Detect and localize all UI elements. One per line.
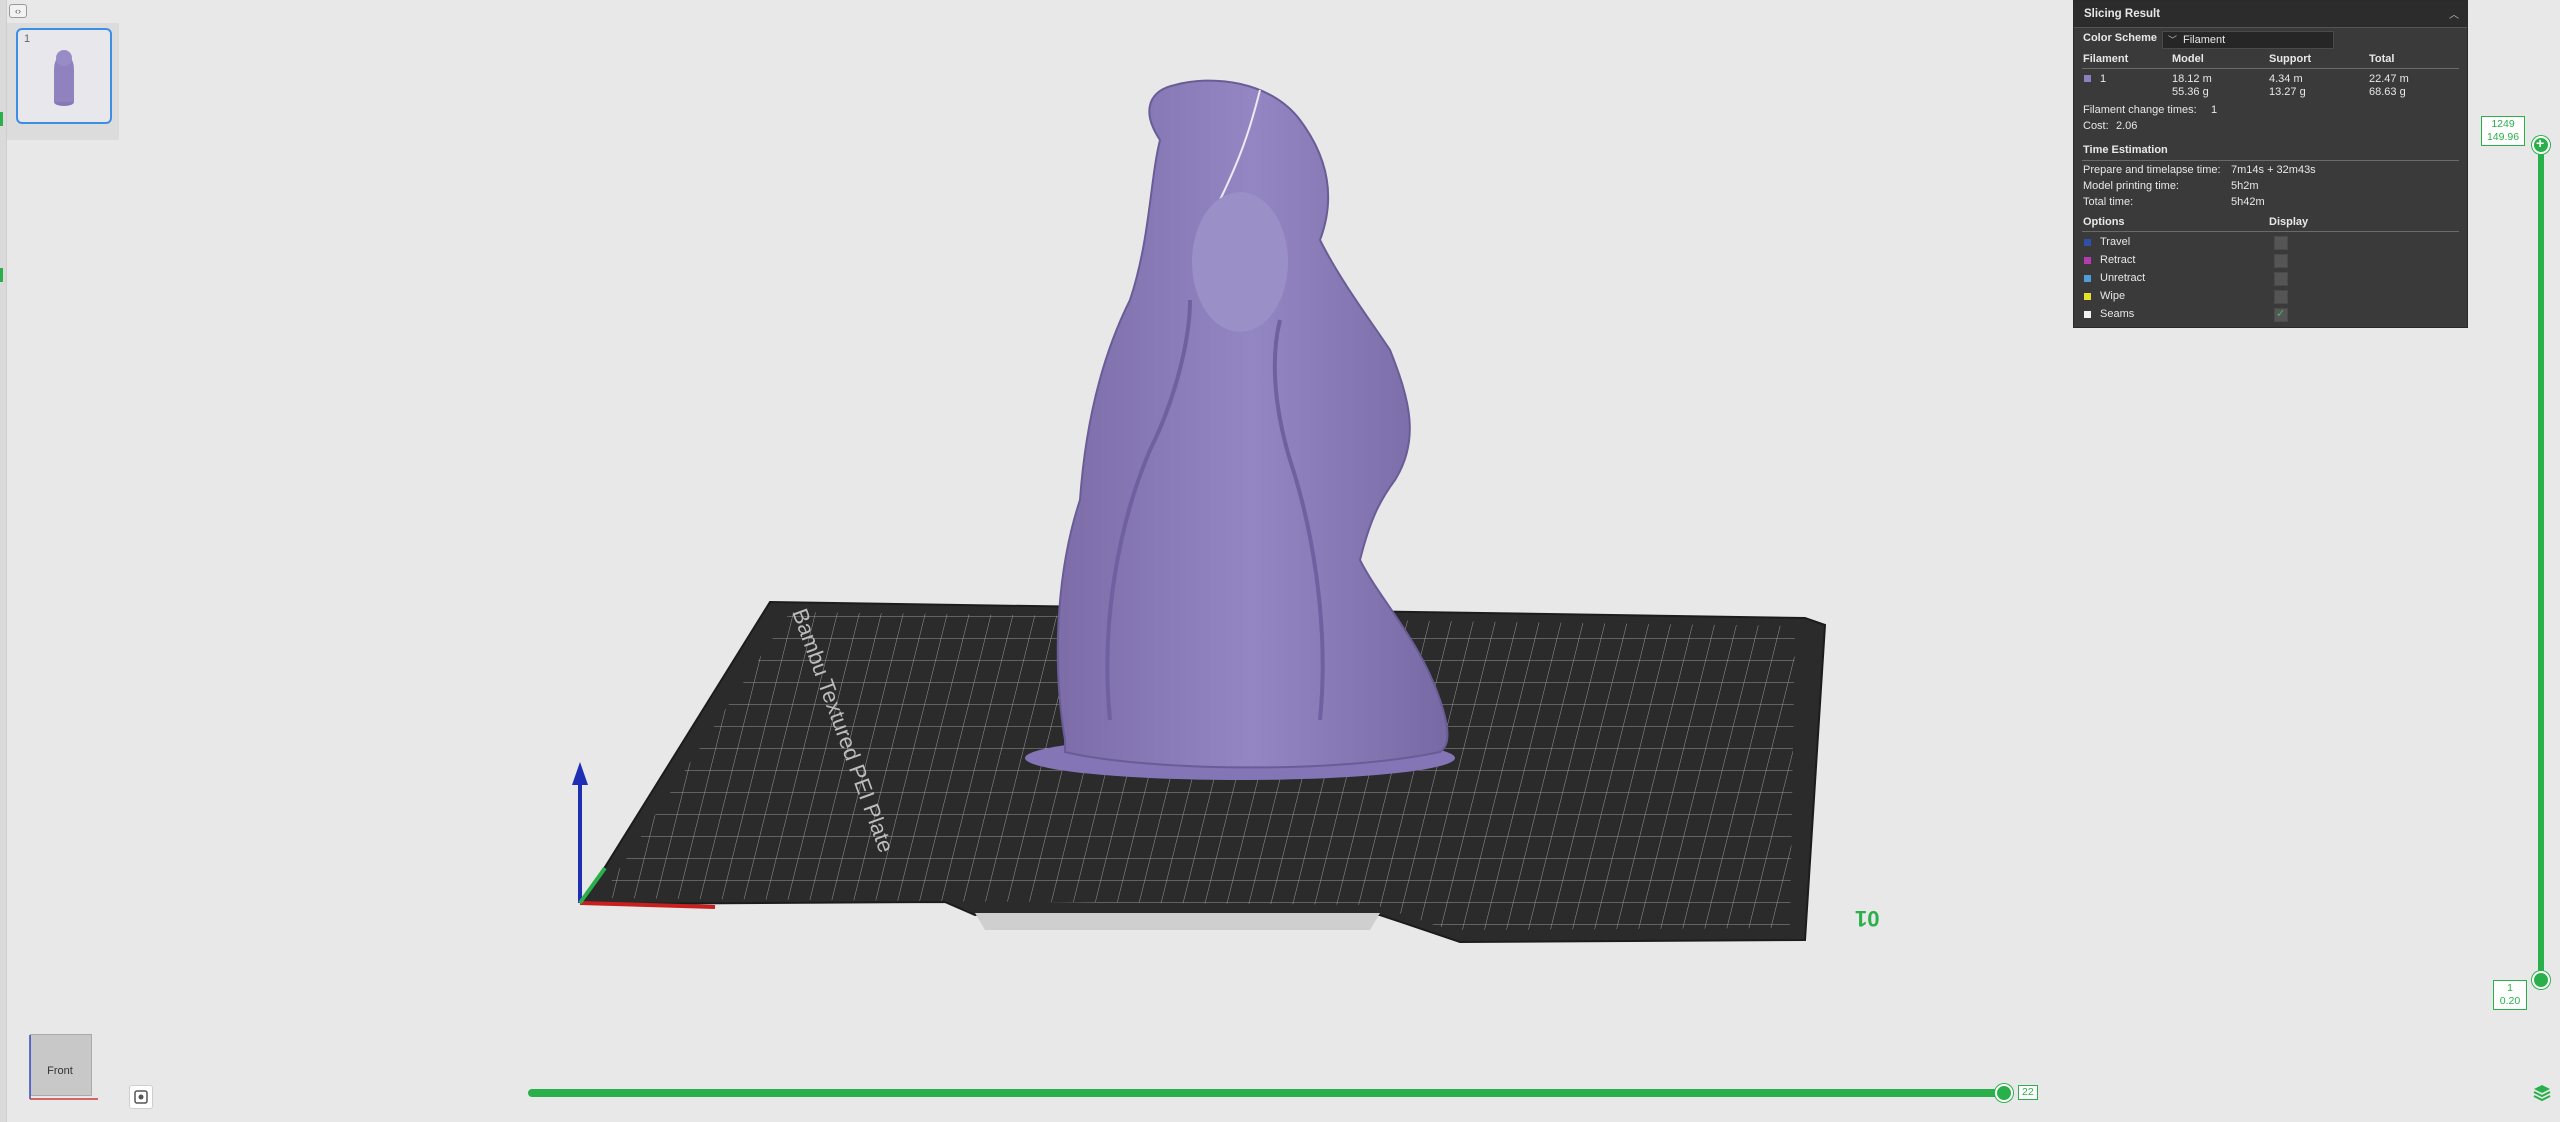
plate-thumbnail[interactable]: 1 [16,28,112,124]
retract-checkbox[interactable] [2274,254,2288,268]
layer-slider-fill [2538,142,2544,978]
unretract-swatch [2084,275,2091,282]
total-time-label: Total time: [2083,196,2134,208]
move-slider-value: 22 [2018,1085,2038,1100]
top-layer-height: 149.96 [2486,131,2520,143]
total-time-value: 5h42m [2231,196,2265,208]
slicing-result-panel: Slicing Result ︿ Color Scheme ﹀ Filament… [2073,0,2468,328]
col-support: Support [2269,53,2312,65]
travel-checkbox[interactable] [2274,236,2288,250]
move-slider-handle[interactable] [1995,1084,2013,1102]
move-slider[interactable] [528,1089,2004,1097]
retract-swatch [2084,257,2091,264]
time-estimation-title: Time Estimation [2083,144,2168,156]
divider [2082,160,2459,161]
view-cube-axes-icon [29,1035,98,1100]
plate-list: 1 [7,23,119,140]
filament-change-label: Filament change times: [2083,104,2197,116]
plate-label: 01 [1855,906,1880,931]
slicing-result-header[interactable]: Slicing Result ︿ [2074,1,2467,28]
chevron-down-icon: ﹀ [2168,35,2178,45]
unretract-checkbox[interactable] [2274,272,2288,286]
wipe-checkbox[interactable] [2274,290,2288,304]
color-scheme-select[interactable]: ﹀ Filament [2162,31,2334,49]
total-length: 22.47 m [2369,73,2409,85]
bottom-layer-height: 0.20 [2499,995,2521,1007]
top-layer-number: 1249 [2491,118,2515,130]
option-seams: Seams [2100,308,2135,320]
collapse-icon[interactable]: ︿ [2449,6,2461,21]
slicing-result-title: Slicing Result [2084,8,2161,20]
total-weight: 68.63 g [2369,86,2406,98]
edge-marker [0,112,3,126]
panel-toggle-icon[interactable]: ‹› [9,4,27,18]
option-wipe: Wipe [2100,290,2126,302]
view-cube[interactable]: Front [18,1027,108,1107]
col-model: Model [2172,53,2204,65]
model-thumbnail-icon [54,50,74,106]
color-scheme-label: Color Scheme [2083,32,2157,44]
col-filament: Filament [2083,53,2129,65]
travel-swatch [2084,239,2091,246]
left-edge [0,0,7,1122]
seams-checkbox[interactable] [2274,307,2288,322]
model-time-label: Model printing time: [2083,180,2179,192]
edge-marker [0,268,3,282]
color-scheme-value: Filament [2183,34,2226,46]
layer-slider-bottom-handle[interactable] [2532,971,2550,989]
layer-top-label: 1249 149.96 [2481,116,2525,146]
option-retract: Retract [2100,254,2136,266]
divider [2082,231,2459,232]
sliced-model[interactable] [1025,79,1455,780]
model-time-value: 5h2m [2231,180,2259,192]
prepare-value: 7m14s + 32m43s [2231,164,2316,176]
cost-value: 2.06 [2116,120,2138,132]
model-length: 18.12 m [2172,73,2212,85]
wipe-swatch [2084,293,2091,300]
option-travel: Travel [2100,236,2131,248]
prepare-label: Prepare and timelapse time: [2083,164,2221,176]
filament-index: 1 [2100,73,2107,85]
seams-swatch [2084,311,2091,318]
support-length: 4.34 m [2269,73,2303,85]
col-total: Total [2369,53,2395,65]
bottom-layer-number: 1 [2507,982,2513,994]
options-label: Options [2083,216,2125,228]
filament-change-value: 1 [2211,104,2218,116]
filament-color-swatch [2084,75,2091,82]
model-weight: 55.36 g [2172,86,2209,98]
layer-slider-top-handle[interactable] [2532,135,2550,154]
display-label: Display [2269,216,2309,228]
layer-bottom-label: 1 0.20 [2493,980,2527,1010]
divider [2082,68,2459,69]
3d-viewport[interactable]: Bambu Textured PEI Plate ‹› 1 Slicing Re… [0,0,2560,1122]
support-weight: 13.27 g [2269,86,2306,98]
cost-label: Cost: [2083,120,2109,132]
fit-view-icon[interactable] [129,1085,153,1109]
layers-icon[interactable] [2532,1083,2552,1103]
option-unretract: Unretract [2100,272,2146,284]
